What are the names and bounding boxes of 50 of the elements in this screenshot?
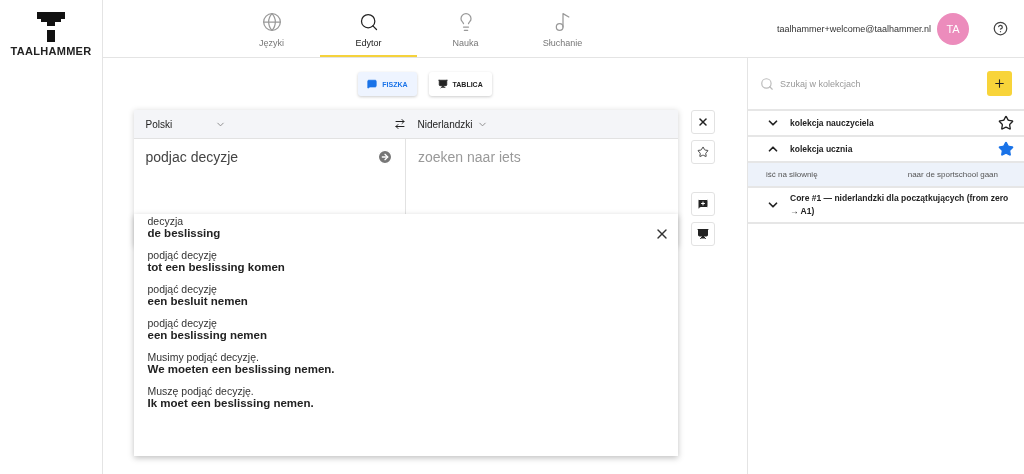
- comment-plus-icon: [696, 198, 709, 210]
- suggestion-target[interactable]: een besluit nemen: [147, 295, 664, 307]
- nav-tab[interactable]: Nauka: [417, 0, 514, 57]
- collection-name: Core #1 — niderlandzki dla początkujących (from zero → A1): [790, 192, 1010, 218]
- help-icon[interactable]: [993, 21, 1008, 36]
- entry-target: naar de sportschool gaan: [907, 170, 998, 179]
- star-button[interactable]: [690, 140, 715, 164]
- add-board-button[interactable]: [690, 222, 715, 246]
- board-icon: [696, 228, 709, 240]
- suggestion-source[interactable]: podjąć decyzję: [147, 317, 664, 329]
- suggestion-target[interactable]: Ik moet een beslissing nemen.: [147, 397, 664, 409]
- collection-row[interactable]: Core #1 — niderlandzki dla początkujących (from zero → A1): [748, 188, 1024, 224]
- collection-entry[interactable]: iść na siłownię naar de sportschool gaan: [748, 163, 1024, 188]
- language-select[interactable]: Polski: [145, 118, 226, 130]
- suggestion-source[interactable]: podjąć decyzję: [147, 249, 664, 261]
- hammer-logo-icon: [37, 12, 65, 42]
- clear-button[interactable]: [690, 110, 715, 134]
- suggestion-source[interactable]: podjąć decyzję: [147, 283, 664, 295]
- logo-text: TAALHAMMER: [10, 45, 92, 57]
- suggestion-source[interactable]: decyzja: [147, 215, 664, 227]
- close-icon: [696, 116, 709, 128]
- suggestion-target[interactable]: tot een beslissing komen: [147, 261, 664, 273]
- plus-icon: [993, 77, 1006, 90]
- user-email: taalhammer+welcome@taalhammer.nl: [777, 23, 931, 34]
- collection-name: kolekcja ucznia: [790, 142, 854, 156]
- add-button[interactable]: [987, 71, 1012, 96]
- board-icon: [437, 79, 448, 89]
- suggestion-source[interactable]: Musimy podjąć decyzję.: [147, 351, 664, 363]
- nav-tab[interactable]: Edytor: [320, 0, 417, 57]
- arrow-right-circle-icon[interactable]: [377, 149, 393, 165]
- search-icon: [358, 11, 379, 32]
- collection-name: kolekcja nauczyciela: [790, 116, 875, 130]
- speech-bubble-icon: [367, 79, 378, 89]
- add-comment-button[interactable]: [690, 192, 715, 216]
- language-select[interactable]: Niderlandzki: [417, 118, 488, 130]
- swap-icon[interactable]: [393, 118, 406, 130]
- suggestion-target[interactable]: We moeten een beslissing nemen.: [147, 363, 664, 375]
- nav-tab[interactable]: Języki: [223, 0, 320, 57]
- suggestion-source[interactable]: Muszę podjąć decyzję.: [147, 385, 664, 397]
- star-icon[interactable]: [998, 115, 1014, 131]
- star-icon[interactable]: [998, 141, 1014, 157]
- entry-source: iść na siłownię: [766, 170, 818, 179]
- search-icon: [760, 76, 774, 91]
- globe-icon: [261, 11, 282, 32]
- suggestion-target[interactable]: de beslissing: [147, 227, 664, 239]
- suggestion-target[interactable]: een beslissing nemen: [147, 329, 664, 341]
- collection-row[interactable]: kolekcja nauczyciela: [748, 111, 1024, 137]
- source-text-field[interactable]: podjac decyzje: [145, 149, 239, 165]
- star-icon: [696, 146, 709, 158]
- nav-tab[interactable]: Słuchanie: [514, 0, 611, 57]
